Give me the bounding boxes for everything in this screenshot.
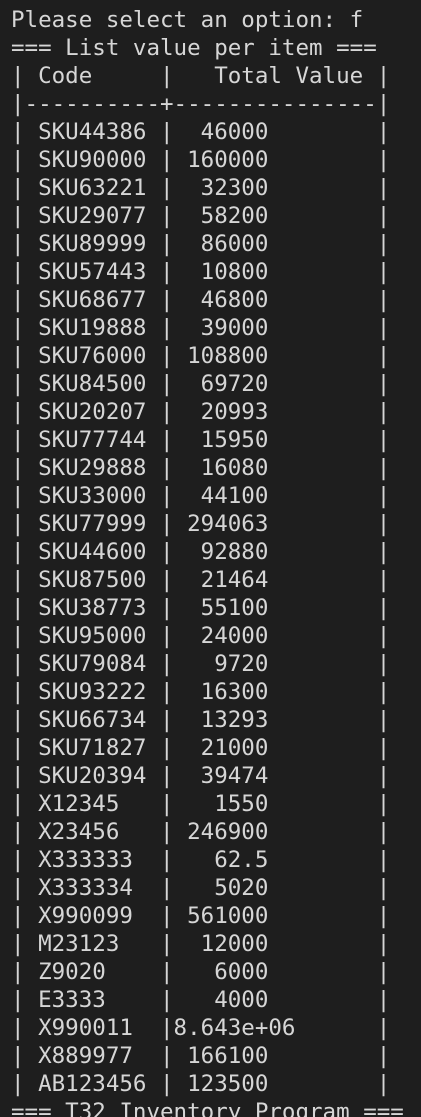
table-row: | X889977 | 166100 | <box>11 1043 391 1069</box>
table-row: | SKU76000 | 108800 | <box>11 343 391 369</box>
table-row: | SKU93222 | 16300 | <box>11 679 391 705</box>
table-row: | SKU57443 | 10800 | <box>11 259 391 285</box>
table-row: | SKU44600 | 92880 | <box>11 539 391 565</box>
table-row: | SKU71827 | 21000 | <box>11 735 391 761</box>
table-row: | SKU90000 | 160000 | <box>11 147 391 173</box>
table-row: | SKU38773 | 55100 | <box>11 595 391 621</box>
table-row: | Z9020 | 6000 | <box>11 959 391 985</box>
table-row: | AB123456 | 123500 | <box>11 1071 391 1097</box>
value-table: | Code | Total Value | |----------+------… <box>11 62 421 1098</box>
table-row: | SKU29077 | 58200 | <box>11 203 391 229</box>
table-row: | SKU89999 | 86000 | <box>11 231 391 257</box>
table-row: | SKU20394 | 39474 | <box>11 763 391 789</box>
table-row: | X23456 | 246900 | <box>11 819 391 845</box>
table-separator: |----------+---------------| <box>11 91 391 117</box>
table-row: | X990099 | 561000 | <box>11 903 391 929</box>
table-row: | SKU44386 | 46000 | <box>11 119 391 145</box>
table-row: | SKU66734 | 13293 | <box>11 707 391 733</box>
table-row: | SKU84500 | 69720 | <box>11 371 391 397</box>
table-row: | SKU68677 | 46800 | <box>11 287 391 313</box>
table-row: | SKU19888 | 39000 | <box>11 315 391 341</box>
table-row: | SKU33000 | 44100 | <box>11 483 391 509</box>
table-row: | SKU77999 | 294063 | <box>11 511 391 537</box>
table-header-row: | Code | Total Value | <box>11 63 391 89</box>
table-row: | SKU79084 | 9720 | <box>11 651 391 677</box>
table-row: | SKU77744 | 15950 | <box>11 427 391 453</box>
program-footer: === T32 Inventory Program === <box>11 1099 404 1117</box>
table-row: | SKU20207 | 20993 | <box>11 399 391 425</box>
table-row: | X12345 | 1550 | <box>11 791 391 817</box>
table-row: | M23123 | 12000 | <box>11 931 391 957</box>
table-row: | X990011 |8.643e+06 | <box>11 1015 391 1041</box>
table-row: | SKU87500 | 21464 | <box>11 567 391 593</box>
table-row: | X333334 | 5020 | <box>11 875 391 901</box>
option-prompt: Please select an option: f <box>11 7 364 33</box>
table-row: | X333333 | 62.5 | <box>11 847 391 873</box>
table-row: | SKU95000 | 24000 | <box>11 623 391 649</box>
table-row: | SKU29888 | 16080 | <box>11 455 391 481</box>
terminal-window: Please select an option: f === List valu… <box>0 0 421 1117</box>
table-row: | SKU63221 | 32300 | <box>11 175 391 201</box>
section-header: === List value per item === <box>11 35 377 61</box>
table-row: | E3333 | 4000 | <box>11 987 391 1013</box>
